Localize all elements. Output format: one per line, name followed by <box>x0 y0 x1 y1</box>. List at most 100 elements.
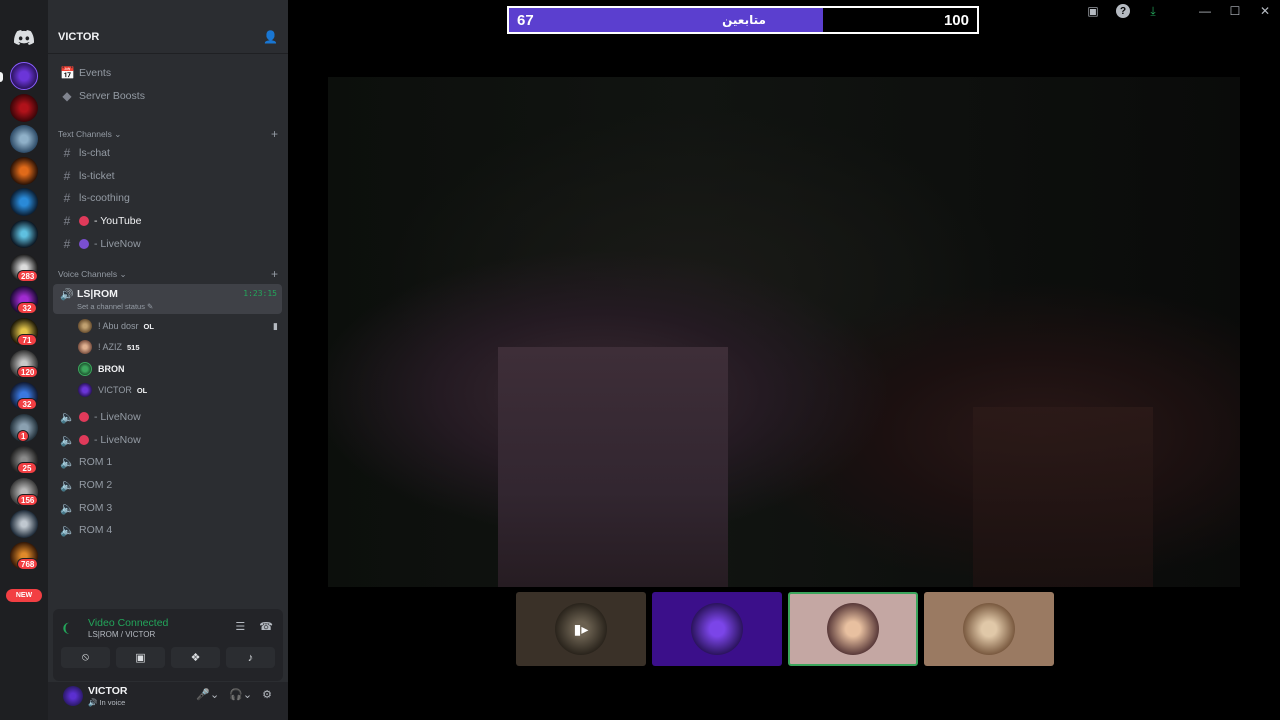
avatar <box>78 319 92 333</box>
close-icon[interactable]: ✕ <box>1250 2 1280 20</box>
voice-channel-rom-1[interactable]: 🔈 ROM 1 <box>54 451 282 472</box>
mention-badge: 120 <box>17 366 39 378</box>
guild-header[interactable]: VICTOR 👤 <box>58 26 278 48</box>
voice-channel-rom-2[interactable]: 🔈 ROM 2 <box>54 474 282 495</box>
participant-tile[interactable] <box>924 592 1054 666</box>
inbox-icon[interactable]: ▣ <box>1078 2 1108 20</box>
activities-button[interactable]: ❖ <box>171 647 220 668</box>
voice-member[interactable]: BRON <box>78 360 278 378</box>
camera-off-button[interactable]: ⦸ <box>61 647 110 668</box>
discord-home-icon[interactable] <box>10 26 38 48</box>
chevron-down-icon: ⌄ <box>119 268 127 279</box>
channel-label: - YouTube <box>94 214 142 227</box>
download-icon[interactable]: ⤓ <box>1138 2 1168 20</box>
headphones-icon[interactable]: 🎧⌄ <box>229 688 252 701</box>
server-icon[interactable] <box>10 510 38 538</box>
voice-channels-category[interactable]: Voice Channels ⌄ + <box>58 267 278 281</box>
participant-tiles: ▮▸ <box>516 592 1054 666</box>
voice-member[interactable]: VICTOR OL <box>78 381 278 399</box>
calendar-icon: 📅 <box>60 65 75 80</box>
channel-ls-coothing[interactable]: # ls-coothing <box>54 187 282 208</box>
channel-ls-ticket[interactable]: # ls-ticket <box>54 165 282 186</box>
video-content <box>498 347 728 587</box>
voice-channel-livenow[interactable]: 🔈 - LiveNow <box>54 406 282 427</box>
events-item[interactable]: 📅 Events <box>54 62 282 83</box>
voice-member[interactable]: ! Abu dosr OL ▮ <box>78 317 278 335</box>
voice-channel-ls-rom[interactable]: 🔊 LS|ROM Set a channel status ✎ 1:23:15 <box>53 284 282 314</box>
avatar: ▮▸ <box>555 603 607 655</box>
add-channel-icon[interactable]: + <box>271 127 278 141</box>
mention-badge: 25 <box>17 462 37 474</box>
purple-circle-icon <box>79 238 89 249</box>
screen-share-icon: ▣ <box>135 652 146 664</box>
hash-icon: # <box>63 145 71 160</box>
channel-label: ls-ticket <box>79 169 115 182</box>
channel-label: ROM 2 <box>79 478 113 491</box>
video-feed[interactable] <box>328 77 1240 587</box>
user-status: 🔊 In voice <box>88 698 126 707</box>
channel-label: ls-coothing <box>79 191 130 204</box>
gear-icon[interactable]: ⚙ <box>262 688 272 701</box>
category-label: Voice Channels <box>58 268 118 279</box>
participant-tile[interactable] <box>652 592 782 666</box>
server-icon-victor[interactable] <box>10 62 38 90</box>
channel-livenow[interactable]: # - LiveNow <box>54 233 282 254</box>
server-icon[interactable] <box>10 220 38 248</box>
member-name: BRON <box>98 364 125 374</box>
avatar <box>963 603 1015 655</box>
avatar <box>691 603 743 655</box>
server-icon[interactable] <box>10 157 38 185</box>
member-name: VICTOR <box>98 385 132 395</box>
channel-status[interactable]: Set a channel status ✎ <box>77 302 153 311</box>
red-circle-icon <box>79 215 89 226</box>
voice-channel-rom-3[interactable]: 🔈 ROM 3 <box>54 497 282 518</box>
camera-off-icon: ⦸ <box>81 651 90 663</box>
screen-share-button[interactable]: ▣ <box>116 647 165 668</box>
voice-timer: 1:23:15 <box>243 289 277 298</box>
server-icon[interactable] <box>10 125 38 153</box>
red-circle-icon <box>79 411 89 422</box>
soundboard-button[interactable]: ♪ <box>226 647 275 668</box>
avatar <box>78 362 92 376</box>
mention-badge: 32 <box>17 398 37 410</box>
voice-channel-rom-4[interactable]: 🔈 ROM 4 <box>54 519 282 540</box>
help-button[interactable]: ? <box>1108 2 1138 20</box>
avatar[interactable] <box>63 686 83 706</box>
disconnect-icon[interactable]: ☎ <box>259 620 273 633</box>
speaker-icon: 🔊 <box>60 289 74 301</box>
noise-suppression-icon[interactable]: ☰ <box>235 620 245 633</box>
add-channel-icon[interactable]: + <box>271 267 278 281</box>
server-boosts-item[interactable]: ◆ Server Boosts <box>54 85 282 106</box>
help-icon: ? <box>1116 4 1130 18</box>
boosts-label: Server Boosts <box>79 89 145 102</box>
voice-location[interactable]: LS|ROM / VICTOR <box>88 630 155 639</box>
counter-goal: 100 <box>943 12 969 29</box>
maximize-icon[interactable]: ☐ <box>1220 2 1250 20</box>
voice-channel-name: LS|ROM <box>77 288 118 300</box>
channel-youtube[interactable]: # - YouTube <box>54 210 282 231</box>
divider <box>48 53 288 54</box>
voice-channel-livenow[interactable]: 🔈 - LiveNow <box>54 429 282 450</box>
signal-icon[interactable]: ❨ <box>61 621 71 635</box>
camera-icon: ▮ <box>273 320 278 331</box>
server-icon[interactable] <box>10 94 38 122</box>
microphone-icon[interactable]: 🎤⌄ <box>196 688 219 701</box>
voice-member[interactable]: ! AZIZ 515 <box>78 338 278 356</box>
member-name: ! Abu dosr <box>98 321 139 331</box>
mention-badge: 768 <box>17 558 39 570</box>
server-indicator <box>0 72 3 82</box>
text-channels-category[interactable]: Text Channels ⌄ + <box>58 127 278 141</box>
new-badge[interactable]: NEW <box>6 589 42 602</box>
minimize-icon[interactable]: — <box>1190 2 1220 20</box>
camera-icon: ▮▸ <box>573 620 589 637</box>
add-member-icon[interactable]: 👤 <box>263 30 278 44</box>
red-circle-icon <box>79 434 89 445</box>
participant-tile[interactable]: ▮▸ <box>516 592 646 666</box>
video-content <box>973 407 1153 587</box>
server-icon[interactable] <box>10 188 38 216</box>
channel-ls-chat[interactable]: # ls-chat <box>54 142 282 163</box>
speaker-icon: 🔈 <box>60 500 75 515</box>
participant-tile-speaking[interactable] <box>788 592 918 666</box>
speaker-icon: 🔈 <box>60 522 75 537</box>
member-name: ! AZIZ <box>98 342 123 352</box>
